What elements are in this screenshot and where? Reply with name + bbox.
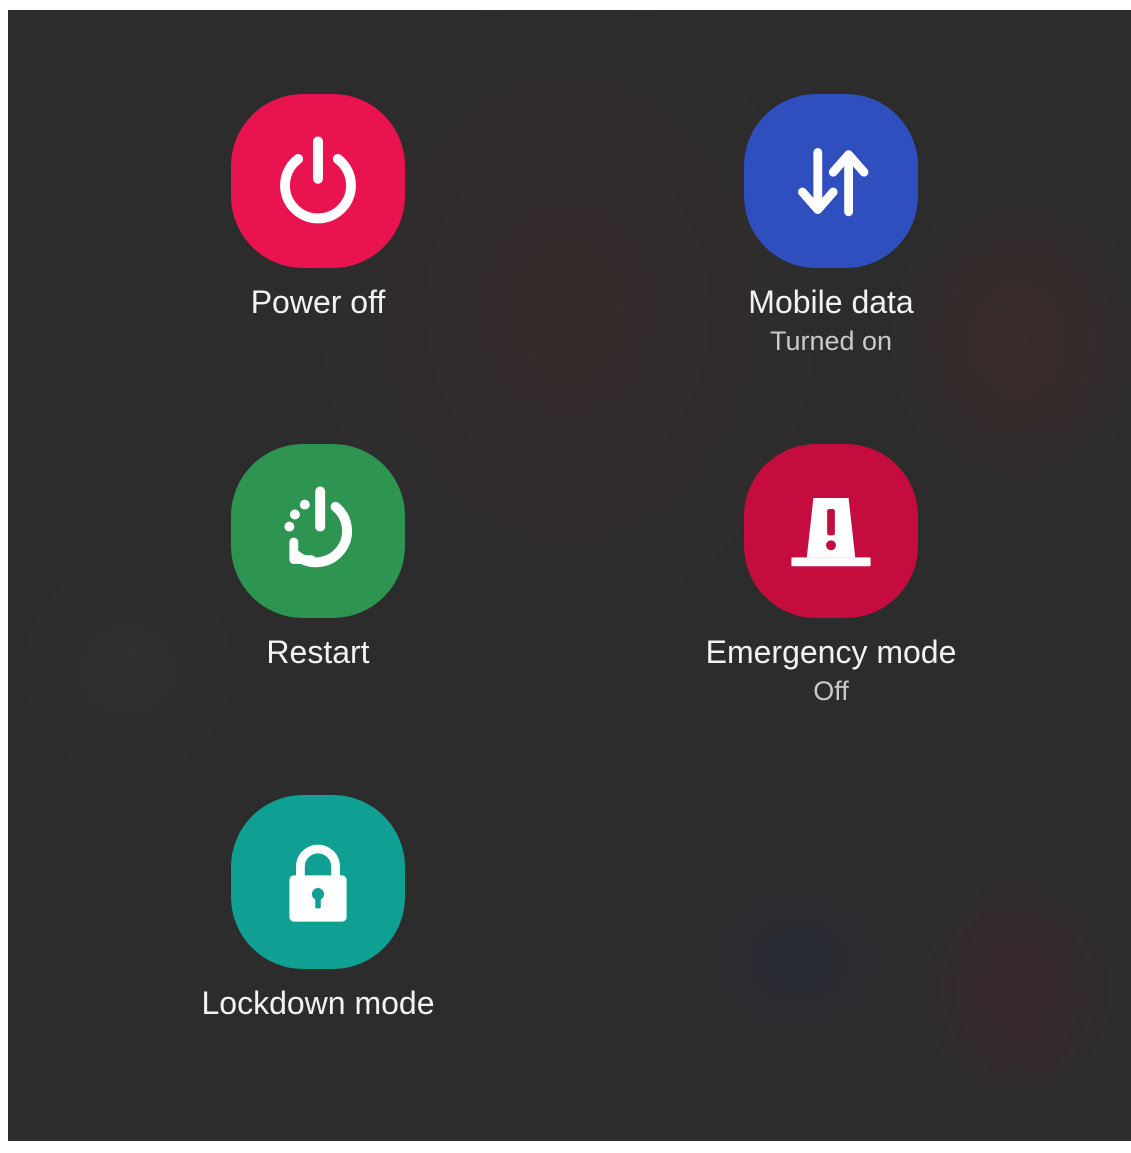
restart-label: Restart (266, 634, 370, 670)
mobile-data-status: Turned on (769, 326, 893, 356)
mobile-data-label: Mobile data (748, 284, 914, 320)
power-menu: Power off Mobile data Turned on Restart … (8, 10, 1131, 1141)
mobile-data-tile[interactable] (744, 94, 918, 268)
power-off-tile[interactable] (231, 94, 405, 268)
restart-tile[interactable] (231, 444, 405, 618)
siren-icon (791, 498, 871, 567)
lockdown-mode-tile[interactable] (231, 795, 405, 969)
lockdown-mode-button[interactable]: Lockdown mode (138, 795, 498, 1023)
restart-icon (284, 486, 353, 568)
lockdown-mode-label: Lockdown mode (201, 985, 435, 1021)
lock-icon (289, 844, 347, 922)
restart-button[interactable]: Restart (138, 444, 498, 672)
power-off-button[interactable]: Power off (138, 94, 498, 322)
emergency-mode-tile[interactable] (744, 444, 918, 618)
data-transfer-icon (798, 148, 869, 217)
mobile-data-button[interactable]: Mobile data Turned on (651, 94, 1011, 358)
emergency-mode-label: Emergency mode (705, 634, 957, 670)
emergency-mode-button[interactable]: Emergency mode Off (651, 444, 1011, 708)
power-icon (280, 136, 356, 224)
power-off-label: Power off (250, 284, 386, 320)
emergency-mode-status: Off (813, 676, 849, 706)
